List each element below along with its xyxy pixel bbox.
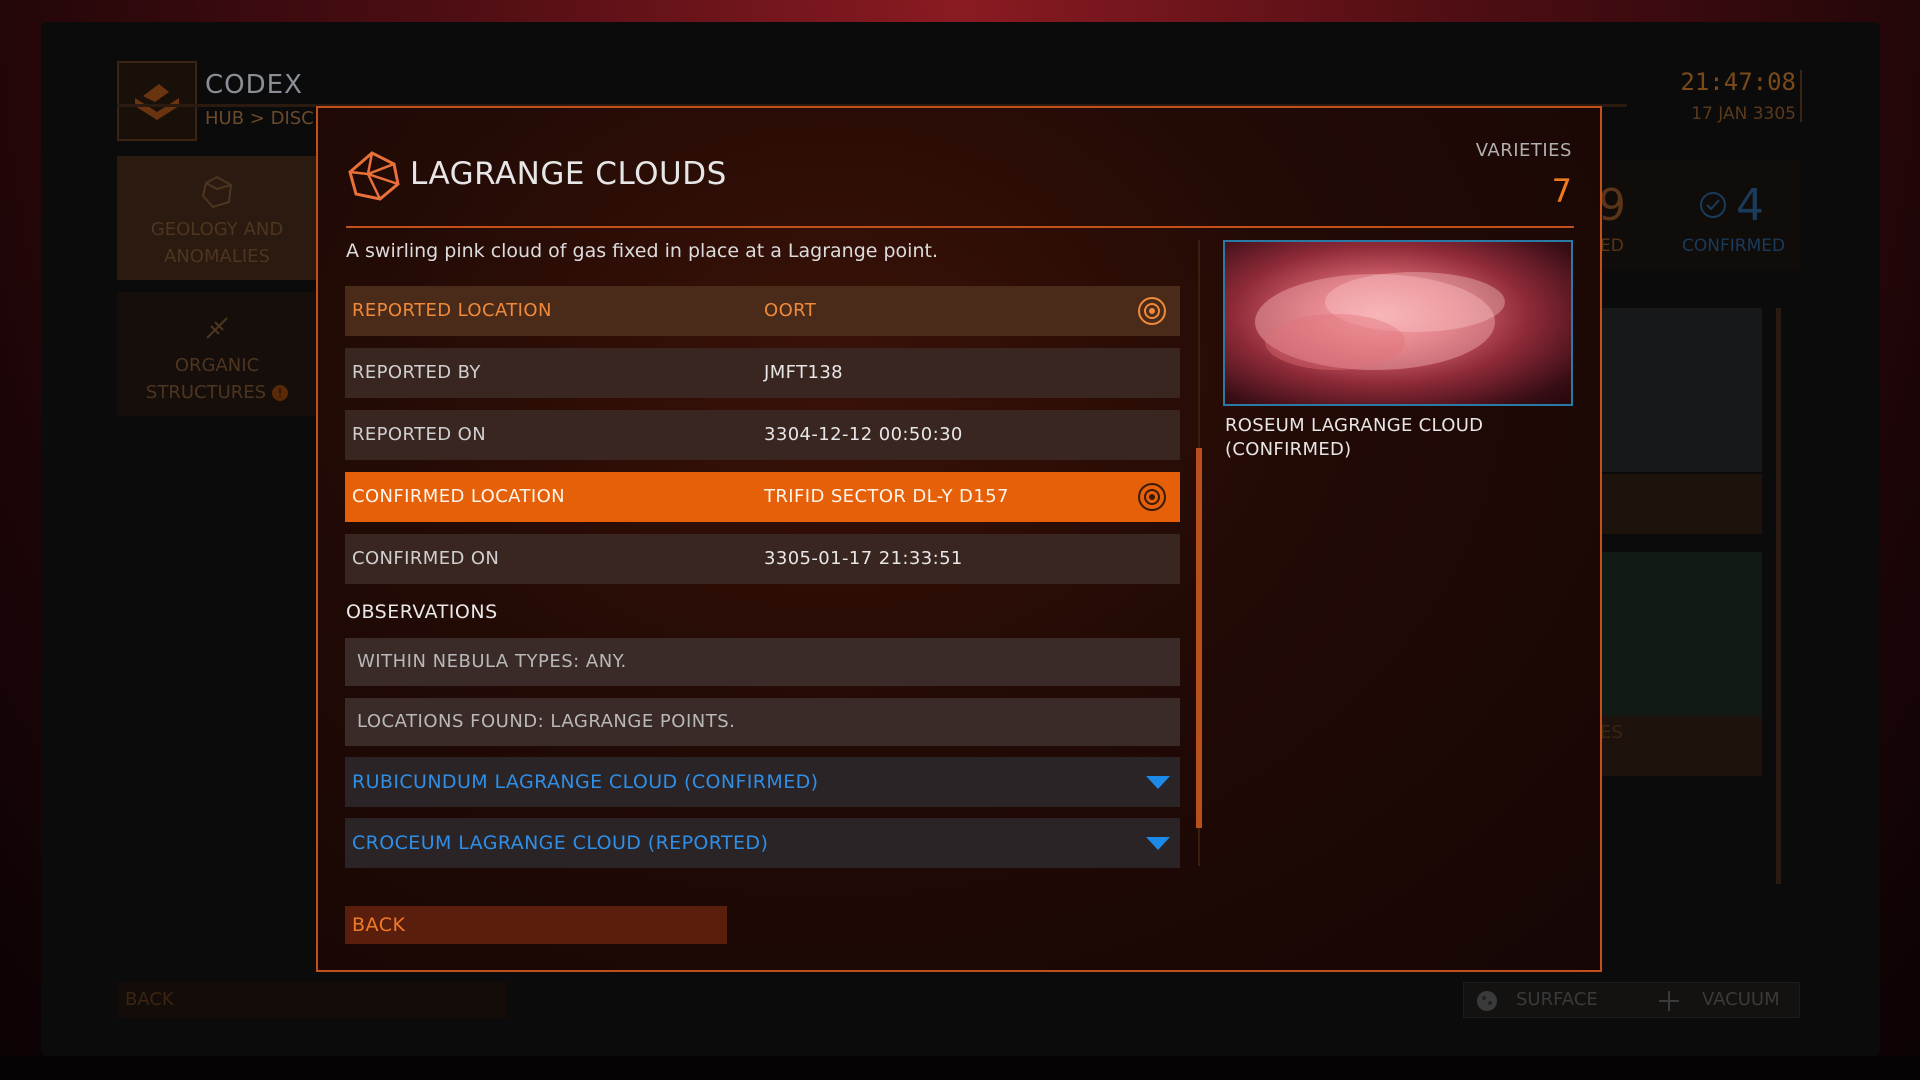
confirmed-check-icon	[1700, 192, 1726, 218]
background-scrollbar[interactable]	[1776, 308, 1781, 884]
row-label: CONFIRMED ON	[352, 548, 500, 569]
geology-icon	[201, 175, 233, 209]
category-geology-and-anomalies[interactable]: GEOLOGY AND ANOMALIES	[117, 156, 317, 280]
row-label: REPORTED LOCATION	[352, 300, 552, 321]
image-caption: ROSEUM LAGRANGE CLOUD (CONFIRMED)	[1225, 414, 1483, 462]
row-value: 3305-01-17 21:33:51	[764, 548, 963, 569]
reported-location-row[interactable]: REPORTED LOCATION OORT	[345, 286, 1180, 336]
clock-divider	[1800, 70, 1802, 122]
row-value: JMFT138	[764, 362, 844, 383]
reported-count: 9	[1598, 180, 1626, 231]
variety-rubicundum[interactable]: RUBICUNDUM LAGRANGE CLOUD (CONFIRMED)	[345, 757, 1180, 807]
reported-on-row: REPORTED ON 3304-12-12 00:50:30	[345, 410, 1180, 460]
row-label: REPORTED ON	[352, 424, 487, 445]
chevron-down-icon[interactable]	[1146, 776, 1170, 789]
entry-card[interactable]	[1598, 474, 1762, 534]
observation-item: LOCATIONS FOUND: LAGRANGE POINTS.	[345, 698, 1180, 746]
breadcrumb[interactable]: HUB > DISC	[205, 108, 314, 129]
scrollbar[interactable]	[1196, 448, 1202, 828]
entry-description: A swirling pink cloud of gas fixed in pl…	[346, 240, 938, 262]
clock-date: 17 JAN 3305	[1691, 104, 1796, 124]
row-value: 3304-12-12 00:50:30	[764, 424, 963, 445]
filter-surface[interactable]: SURFACE	[1516, 983, 1598, 1017]
confirmed-count: 4	[1736, 180, 1764, 231]
vacuum-icon	[1659, 991, 1679, 1011]
dialog-title: LAGRANGE CLOUDS	[410, 156, 727, 192]
row-label: REPORTED BY	[352, 362, 481, 383]
filter-vacuum[interactable]: VACUUM	[1702, 983, 1780, 1017]
variety-label: CROCEUM LAGRANGE CLOUD (REPORTED)	[352, 832, 769, 854]
geology-icon	[348, 151, 400, 201]
category-label: GEOLOGY AND ANOMALIES	[150, 219, 284, 267]
confirmed-on-row: CONFIRMED ON 3305-01-17 21:33:51	[345, 534, 1180, 584]
entry-card-label[interactable]: ES	[1598, 716, 1762, 776]
entry-card-image[interactable]	[1598, 552, 1762, 716]
stats-panel: 9 ED 4 CONFIRMED	[1598, 160, 1800, 270]
reported-by-row: REPORTED BY JMFT138	[345, 348, 1180, 398]
category-organic-structures[interactable]: ORGANIC STRUCTURES!	[117, 292, 317, 416]
observations-heading: OBSERVATIONS	[346, 601, 498, 623]
back-button[interactable]: BACK	[345, 906, 727, 944]
target-icon[interactable]	[1137, 296, 1167, 326]
confirmed-location-row[interactable]: CONFIRMED LOCATION TRIFID SECTOR DL-Y D1…	[345, 472, 1180, 522]
variety-label: RUBICUNDUM LAGRANGE CLOUD (CONFIRMED)	[352, 771, 819, 793]
codex-logo-icon	[117, 61, 197, 141]
row-value: TRIFID SECTOR DL-Y D157	[764, 486, 1009, 507]
variety-croceum[interactable]: CROCEUM LAGRANGE CLOUD (REPORTED)	[345, 818, 1180, 868]
row-value: OORT	[764, 300, 817, 321]
category-label: ORGANIC STRUCTURES	[145, 355, 267, 403]
filter-bar: SURFACE VACUUM	[1463, 982, 1800, 1018]
nebula-image	[1255, 272, 1505, 370]
caption-line: ROSEUM LAGRANGE CLOUD	[1225, 415, 1484, 436]
varieties-label: VARIETIES	[1475, 140, 1572, 161]
variety-image[interactable]	[1223, 240, 1573, 406]
organic-icon	[206, 317, 228, 339]
chevron-down-icon[interactable]	[1146, 837, 1170, 850]
entry-card-image[interactable]	[1598, 308, 1762, 472]
reported-label: ED	[1600, 236, 1624, 256]
caption-line: (CONFIRMED)	[1225, 439, 1352, 460]
row-label: CONFIRMED LOCATION	[352, 486, 566, 507]
target-icon[interactable]	[1137, 482, 1167, 512]
clock-time: 21:47:08	[1680, 68, 1796, 96]
observation-item: WITHIN NEBULA TYPES: ANY.	[345, 638, 1180, 686]
background-back-button[interactable]: BACK	[117, 982, 507, 1018]
surface-icon	[1477, 991, 1497, 1011]
varieties-count: 7	[1551, 172, 1572, 210]
cockpit-edge	[0, 1056, 1920, 1080]
codex-title: CODEX	[205, 70, 303, 100]
alert-badge: !	[272, 385, 289, 401]
confirmed-label: CONFIRMED	[1682, 236, 1786, 256]
title-divider	[346, 226, 1574, 228]
